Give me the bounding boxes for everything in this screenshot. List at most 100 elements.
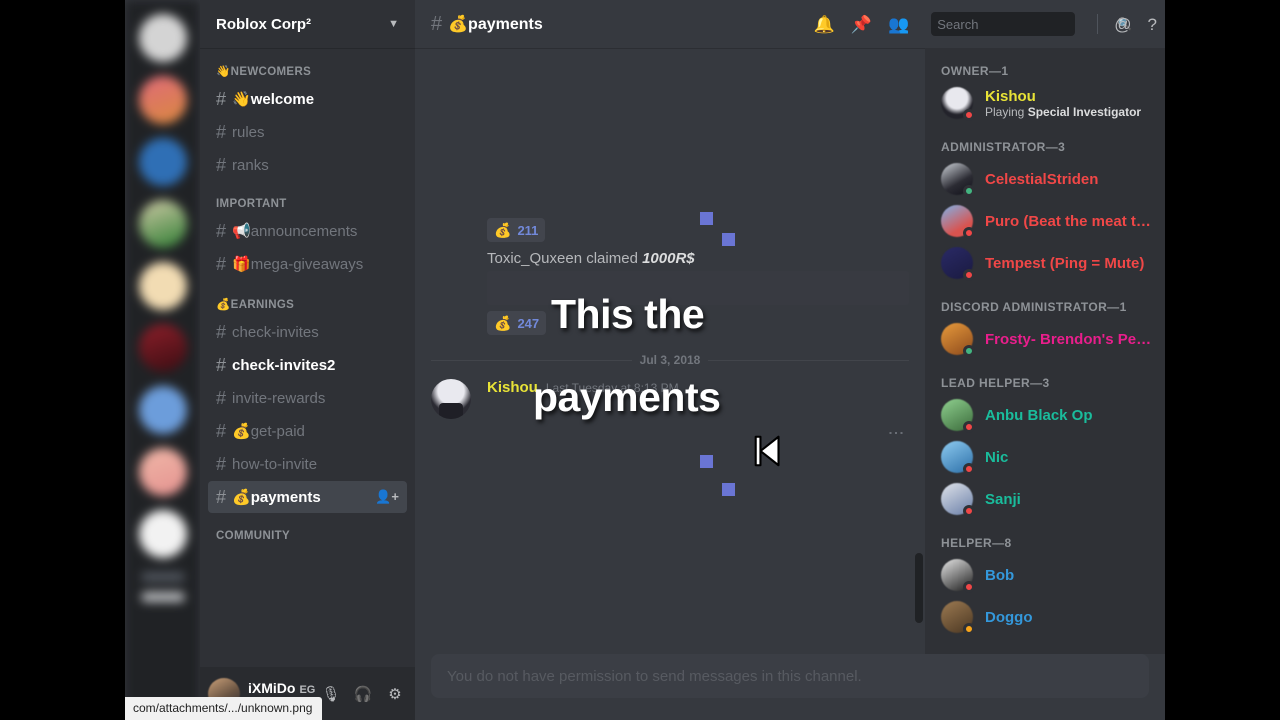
server-icon[interactable] <box>138 200 187 248</box>
member-info: Doggo <box>985 609 1032 626</box>
server-icon[interactable] <box>138 138 187 186</box>
server-icon[interactable] <box>138 262 187 310</box>
avatar[interactable] <box>941 87 975 121</box>
members-icon[interactable]: 👥 <box>888 16 909 33</box>
member-list-item[interactable]: Nic <box>925 436 1165 478</box>
page-title: # 💰payments <box>431 13 806 36</box>
hash-icon: # <box>431 12 443 35</box>
server-icon[interactable] <box>140 572 185 582</box>
activity-name: Special Investigator <box>1027 104 1142 119</box>
avatar[interactable] <box>431 379 471 419</box>
member-list-item[interactable]: Frosty- Brendon's Pet T... <box>925 318 1165 360</box>
member-list-item[interactable]: Sanji <box>925 478 1165 520</box>
reaction-pill[interactable]: 💰 211 <box>487 218 546 242</box>
sidebar-item-check-invites[interactable]: # check-invites <box>208 316 407 348</box>
avatar[interactable] <box>941 205 975 239</box>
hash-icon: # <box>216 487 227 507</box>
member-list-item[interactable]: Bob <box>925 554 1165 596</box>
member-list-item[interactable]: Doggo <box>925 596 1165 638</box>
previous-track-cursor-icon <box>754 435 780 467</box>
reaction-pill[interactable]: 💰 247 <box>487 311 547 335</box>
avatar[interactable] <box>941 399 975 433</box>
avatar[interactable] <box>941 441 975 475</box>
microphone-icon[interactable]: 🎙 <box>319 685 343 703</box>
sidebar-item-get-paid[interactable]: # 💰get-paid <box>208 415 407 447</box>
help-icon[interactable]: ? <box>1148 16 1157 33</box>
sidebar-item-announcements[interactable]: # 📢announcements <box>208 215 407 247</box>
chevron-down-icon[interactable]: ▼ <box>388 18 399 30</box>
scrollbar[interactable] <box>915 553 923 623</box>
server-icon[interactable] <box>138 510 187 558</box>
search-box[interactable]: 🔍 <box>931 12 1132 36</box>
avatar[interactable] <box>941 323 975 357</box>
sidebar-item-payments[interactable]: # 💰payments 👤+ <box>208 481 407 513</box>
avatar[interactable] <box>941 601 975 635</box>
server-icon[interactable] <box>138 76 187 124</box>
user-tag: EG <box>299 683 316 696</box>
browser-status-url: com/attachments/.../unknown.png <box>125 697 323 720</box>
server-icon[interactable] <box>138 324 187 372</box>
selection-artifact <box>700 212 713 225</box>
hash-icon: # <box>216 421 227 441</box>
main-column: # 💰payments 🔔 📌 👥 🔍 @ ? <box>415 0 1165 720</box>
status-badge <box>963 623 975 635</box>
avatar[interactable] <box>941 247 975 281</box>
money-bag-icon: 💰 <box>494 221 512 238</box>
selection-artifact <box>722 483 735 496</box>
avatar[interactable] <box>941 483 975 517</box>
channel-list[interactable]: 👋NEWCOMERS # 👋welcome # rules # ranks IMPORTANT… <box>200 48 415 667</box>
sidebar-item-ranks[interactable]: # ranks <box>208 149 407 181</box>
divider-line <box>708 359 909 361</box>
caption-line-1: This the <box>551 291 705 337</box>
status-badge <box>963 505 975 517</box>
sidebar-item-rules[interactable]: # rules <box>208 116 407 148</box>
member-name: Doggo <box>985 608 1033 626</box>
guild-header[interactable]: Roblox Corp² ▼ <box>200 0 415 48</box>
server-icon[interactable] <box>138 448 187 496</box>
sidebar-item-how-to-invite[interactable]: # how-to-invite <box>208 448 407 480</box>
headphones-icon[interactable]: 🎧 <box>351 685 375 703</box>
member-list-item[interactable]: CelestialStriden <box>925 158 1165 200</box>
claim-amount: 1000R$ <box>642 250 695 267</box>
message-area[interactable]: 💰 211 Toxic_Quxeen claimed 1000R$ 💰 247 … <box>415 48 925 654</box>
search-input[interactable] <box>937 16 1114 32</box>
status-badge <box>963 421 975 433</box>
message-author[interactable]: Kishou <box>487 379 538 396</box>
at-icon[interactable]: @ <box>1114 16 1131 33</box>
channel-category[interactable]: COMMUNITY <box>200 514 415 546</box>
server-rail[interactable] <box>125 0 200 720</box>
member-list-item[interactable]: Tempest (Ping = Mute) <box>925 242 1165 284</box>
add-member-icon[interactable]: 👤+ <box>375 489 399 505</box>
bell-icon[interactable]: 🔔 <box>814 16 835 33</box>
member-name: CelestialStriden <box>985 170 1099 188</box>
sidebar-item-mega-giveaways[interactable]: # 🎁mega-giveaways <box>208 248 407 280</box>
avatar[interactable] <box>941 163 975 197</box>
member-list-item[interactable]: Anbu Black Op <box>925 394 1165 436</box>
avatar[interactable] <box>941 559 975 593</box>
status-badge <box>963 463 975 475</box>
server-icon[interactable] <box>138 14 187 62</box>
channel-category[interactable]: 💰EARNINGS <box>200 281 415 315</box>
member-group-title: OWNER—1 <box>941 64 1009 78</box>
hash-icon: # <box>216 355 227 375</box>
member-list[interactable]: OWNER—1 Kishou Playing Special Investigato… <box>925 48 1165 654</box>
sidebar-item-check-invites2[interactable]: # check-invites2 <box>208 349 407 381</box>
pin-icon[interactable]: 📌 <box>851 16 872 33</box>
channel-header: # 💰payments 🔔 📌 👥 🔍 @ ? <box>415 0 1165 48</box>
reaction-count: 211 <box>517 222 539 238</box>
gear-icon[interactable]: ⚙ <box>383 685 407 703</box>
member-list-item[interactable]: Kishou Playing Special Investigator <box>925 82 1165 124</box>
sidebar-item-welcome[interactable]: # 👋welcome <box>208 83 407 115</box>
channel-category[interactable]: IMPORTANT <box>200 182 415 214</box>
server-icon[interactable] <box>138 386 187 434</box>
member-info: Anbu Black Op <box>985 407 1093 424</box>
more-options-icon[interactable]: ⋮ <box>886 425 905 442</box>
member-list-item[interactable]: Puro (Beat the meat to ... <box>925 200 1165 242</box>
sidebar-item-invite-rewards[interactable]: # invite-rewards <box>208 382 407 414</box>
server-icon[interactable] <box>140 592 185 602</box>
activity-prefix: Playing <box>985 104 1028 119</box>
header-toolbar: 🔔 📌 👥 🔍 @ ? <box>814 12 1157 36</box>
selection-artifact <box>722 233 735 246</box>
discord-app: Roblox Corp² ▼ 👋NEWCOMERS # 👋welcome # rules… <box>125 0 1165 720</box>
channel-category[interactable]: 👋NEWCOMERS <box>200 64 415 82</box>
